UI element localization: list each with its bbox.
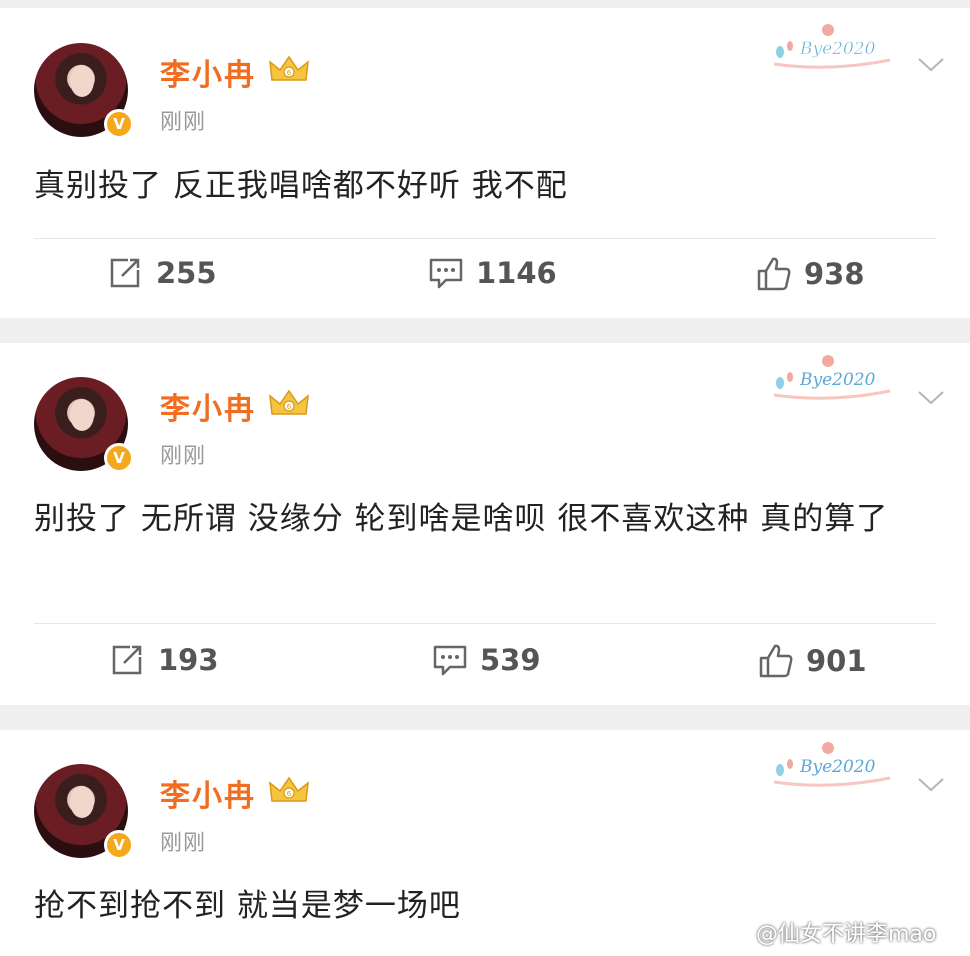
verified-badge-icon: V [104,109,134,139]
verified-badge-icon: V [104,443,134,473]
crown-icon[interactable]: 6 [268,388,310,418]
bye2020-decoration: Bye2020 [773,742,891,787]
divider [34,623,936,624]
verified-badge-icon: V [104,830,134,860]
avatar[interactable]: V [34,377,134,473]
watermark-text: @仙女不讲李mao [756,922,937,947]
decoration-label: Bye2020 [799,370,876,390]
comment-count: 1146 [476,256,557,290]
divider [34,238,936,239]
post-time: 刚刚 [160,444,207,469]
decoration-label: Bye2020 [799,39,876,59]
svg-text:6: 6 [287,790,292,798]
like-button[interactable]: 901 [758,643,867,679]
chevron-down-icon[interactable] [916,389,946,407]
comment-button[interactable]: 539 [432,643,541,677]
post-text: 真别投了 反正我唱啥都不好听 我不配 [34,168,568,204]
post-time: 刚刚 [160,831,207,856]
avatar[interactable]: V [34,43,134,139]
avatar[interactable]: V [34,764,134,860]
comment-icon [429,258,463,289]
svg-text:6: 6 [287,69,292,77]
username[interactable]: 李小冉 [160,50,256,94]
post-card: V 李小冉 6 刚刚 Bye2020 别投了 无所谓 没缘分 轮到啥是啥呗 很不… [0,343,970,705]
comment-icon [433,645,467,676]
post-card: V 李小冉 6 刚刚 Bye2020 真别投了 反正我唱啥都不好听 我不配 25… [0,8,970,318]
comment-button[interactable]: 1146 [428,256,557,290]
like-count: 901 [806,644,867,678]
thumb-up-icon [759,644,793,678]
chevron-down-icon[interactable] [916,56,946,74]
repost-count: 255 [156,256,217,290]
crown-icon[interactable]: 6 [268,775,310,805]
comment-count: 539 [480,643,541,677]
repost-button[interactable]: 255 [108,256,217,290]
avatar-face [70,399,94,431]
repost-icon [110,258,140,288]
repost-count: 193 [158,643,219,677]
chevron-down-icon[interactable] [916,776,946,794]
avatar-face [70,65,94,97]
username[interactable]: 李小冉 [160,771,256,815]
bye2020-decoration: Bye2020 [773,24,891,69]
avatar-face [70,786,94,818]
decoration-label: Bye2020 [799,757,876,777]
weibo-logo-icon [721,922,748,943]
svg-text:6: 6 [287,403,292,411]
like-button[interactable]: 938 [756,256,865,292]
post-time: 刚刚 [160,110,207,135]
repost-icon [112,645,142,675]
like-count: 938 [804,257,865,291]
bye2020-decoration: Bye2020 [773,355,891,400]
thumb-up-icon [757,257,791,291]
repost-button[interactable]: 193 [110,643,219,677]
username[interactable]: 李小冉 [160,384,256,428]
watermark: @仙女不讲李mao [720,916,936,948]
crown-icon[interactable]: 6 [268,54,310,84]
post-text: 别投了 无所谓 没缘分 轮到啥是啥呗 很不喜欢这种 真的算了 [34,501,889,537]
